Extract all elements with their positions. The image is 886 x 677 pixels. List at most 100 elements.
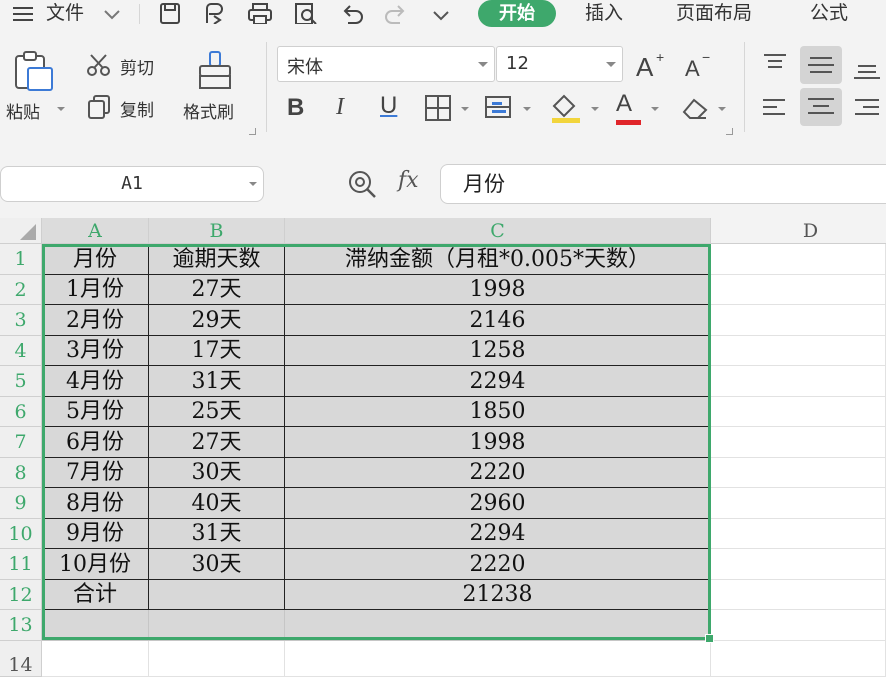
- table-cell[interactable]: 7月份: [42, 458, 149, 488]
- tab-insert[interactable]: 插入: [585, 0, 623, 28]
- tab-page-layout[interactable]: 页面布局: [676, 0, 752, 28]
- copy-button[interactable]: 复制: [120, 96, 154, 121]
- row-header[interactable]: 11: [0, 549, 42, 580]
- table-cell[interactable]: 2294: [285, 519, 711, 549]
- table-cell[interactable]: 2146: [285, 305, 711, 336]
- table-cell[interactable]: [149, 580, 285, 610]
- row-header[interactable]: 2: [0, 275, 42, 305]
- table-cell[interactable]: 8月份: [42, 488, 149, 519]
- table-cell[interactable]: 10月份: [42, 549, 149, 580]
- borders-icon[interactable]: [424, 94, 452, 122]
- table-cell[interactable]: [149, 610, 285, 641]
- font-color-button[interactable]: A: [616, 90, 632, 118]
- undo-icon[interactable]: [340, 2, 366, 24]
- row-header[interactable]: 4: [0, 336, 42, 366]
- table-cell[interactable]: 30天: [149, 458, 285, 488]
- fill-color-dropdown-icon[interactable]: [591, 107, 599, 111]
- cell-style-dropdown-icon[interactable]: [523, 107, 531, 111]
- redo-icon[interactable]: [384, 2, 410, 24]
- row-header[interactable]: 7: [0, 427, 42, 458]
- font-dialog-launcher[interactable]: [726, 128, 733, 135]
- clear-dropdown-icon[interactable]: [718, 107, 726, 111]
- borders-dropdown-icon[interactable]: [461, 107, 469, 111]
- scissors-icon[interactable]: [86, 52, 112, 78]
- empty-cell[interactable]: [711, 244, 886, 275]
- empty-cell[interactable]: [711, 397, 886, 427]
- cut-button[interactable]: 剪切: [120, 54, 154, 79]
- column-header-d[interactable]: D: [711, 218, 886, 244]
- paste-button[interactable]: 粘贴: [6, 98, 40, 123]
- row-header[interactable]: 12: [0, 580, 42, 610]
- table-header-cell[interactable]: 逾期天数: [149, 244, 285, 275]
- table-cell[interactable]: 3月份: [42, 336, 149, 366]
- empty-cell[interactable]: [711, 641, 886, 677]
- empty-cell[interactable]: [711, 519, 886, 549]
- save-icon[interactable]: [158, 2, 184, 24]
- row-header[interactable]: 5: [0, 366, 42, 397]
- row-header[interactable]: 10: [0, 519, 42, 549]
- empty-cell[interactable]: [711, 366, 886, 397]
- align-top-icon[interactable]: [760, 52, 790, 76]
- column-header-a[interactable]: A: [42, 218, 149, 244]
- table-cell[interactable]: 2月份: [42, 305, 149, 336]
- table-cell[interactable]: 1月份: [42, 275, 149, 305]
- font-color-dropdown-icon[interactable]: [651, 107, 659, 111]
- table-cell[interactable]: 27天: [149, 275, 285, 305]
- column-header-b[interactable]: B: [149, 218, 285, 244]
- table-cell[interactable]: 2220: [285, 458, 711, 488]
- zoom-formula-icon[interactable]: [346, 168, 380, 200]
- increase-font-size-icon[interactable]: A +: [634, 50, 668, 80]
- empty-cell[interactable]: [711, 305, 886, 336]
- table-cell[interactable]: 4月份: [42, 366, 149, 397]
- font-size-select[interactable]: 12: [496, 46, 623, 82]
- total-label-cell[interactable]: 合计: [42, 580, 149, 610]
- tab-formulas[interactable]: 公式: [810, 0, 848, 28]
- table-cell[interactable]: 31天: [149, 366, 285, 397]
- format-painter-icon[interactable]: [196, 50, 236, 94]
- align-center-button[interactable]: [800, 88, 842, 126]
- table-cell[interactable]: 5月份: [42, 397, 149, 427]
- align-right-icon[interactable]: [852, 94, 882, 122]
- chevron-down-icon[interactable]: [249, 182, 257, 186]
- underline-button[interactable]: U: [380, 92, 397, 120]
- align-left-icon[interactable]: [760, 94, 790, 122]
- table-cell[interactable]: 30天: [149, 549, 285, 580]
- table-cell[interactable]: 1998: [285, 275, 711, 305]
- table-cell[interactable]: 40天: [149, 488, 285, 519]
- row-header[interactable]: 8: [0, 458, 42, 488]
- empty-cell[interactable]: [711, 610, 886, 641]
- tab-home[interactable]: 开始: [478, 0, 556, 27]
- print-preview-icon[interactable]: [293, 2, 319, 24]
- table-header-cell[interactable]: 滞纳金额（月租*0.005*天数）: [285, 244, 711, 275]
- empty-cell[interactable]: [711, 580, 886, 610]
- empty-cell[interactable]: [711, 549, 886, 580]
- name-box[interactable]: A1: [0, 166, 264, 202]
- table-cell[interactable]: 1850: [285, 397, 711, 427]
- decrease-font-size-icon[interactable]: A −: [683, 50, 717, 80]
- more-commands-icon[interactable]: [430, 4, 456, 26]
- export-icon[interactable]: [202, 2, 228, 24]
- table-cell[interactable]: 2960: [285, 488, 711, 519]
- align-middle-button[interactable]: [800, 46, 842, 84]
- empty-cell[interactable]: [285, 641, 711, 677]
- table-header-cell[interactable]: 月份: [42, 244, 149, 275]
- format-painter-button[interactable]: 格式刷: [183, 98, 234, 123]
- fill-color-icon[interactable]: [548, 92, 584, 124]
- table-cell[interactable]: 1998: [285, 427, 711, 458]
- bold-button[interactable]: B: [287, 94, 304, 122]
- table-cell[interactable]: [42, 610, 149, 641]
- copy-icon[interactable]: [86, 94, 112, 120]
- empty-cell[interactable]: [711, 336, 886, 366]
- empty-cell[interactable]: [711, 488, 886, 519]
- row-header[interactable]: 1: [0, 244, 42, 275]
- empty-cell[interactable]: [149, 641, 285, 677]
- italic-button[interactable]: I: [336, 94, 344, 121]
- file-menu[interactable]: 文件: [46, 0, 84, 28]
- font-name-select[interactable]: 宋体: [277, 46, 495, 82]
- table-cell[interactable]: 27天: [149, 427, 285, 458]
- table-cell[interactable]: 31天: [149, 519, 285, 549]
- table-cell[interactable]: 6月份: [42, 427, 149, 458]
- eraser-icon[interactable]: [680, 94, 710, 122]
- table-cell[interactable]: 1258: [285, 336, 711, 366]
- paste-dropdown-icon[interactable]: [57, 107, 65, 111]
